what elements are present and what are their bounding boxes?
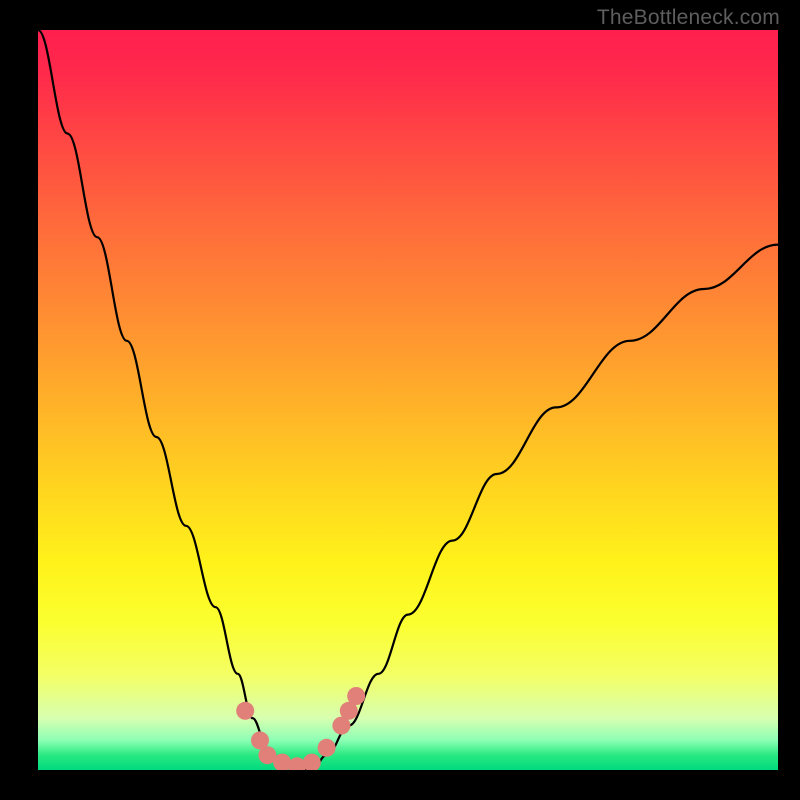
watermark-text: TheBottleneck.com: [597, 6, 780, 30]
plot-area: [38, 30, 778, 770]
chart-frame: TheBottleneck.com: [0, 0, 800, 800]
background-gradient: [38, 30, 778, 770]
